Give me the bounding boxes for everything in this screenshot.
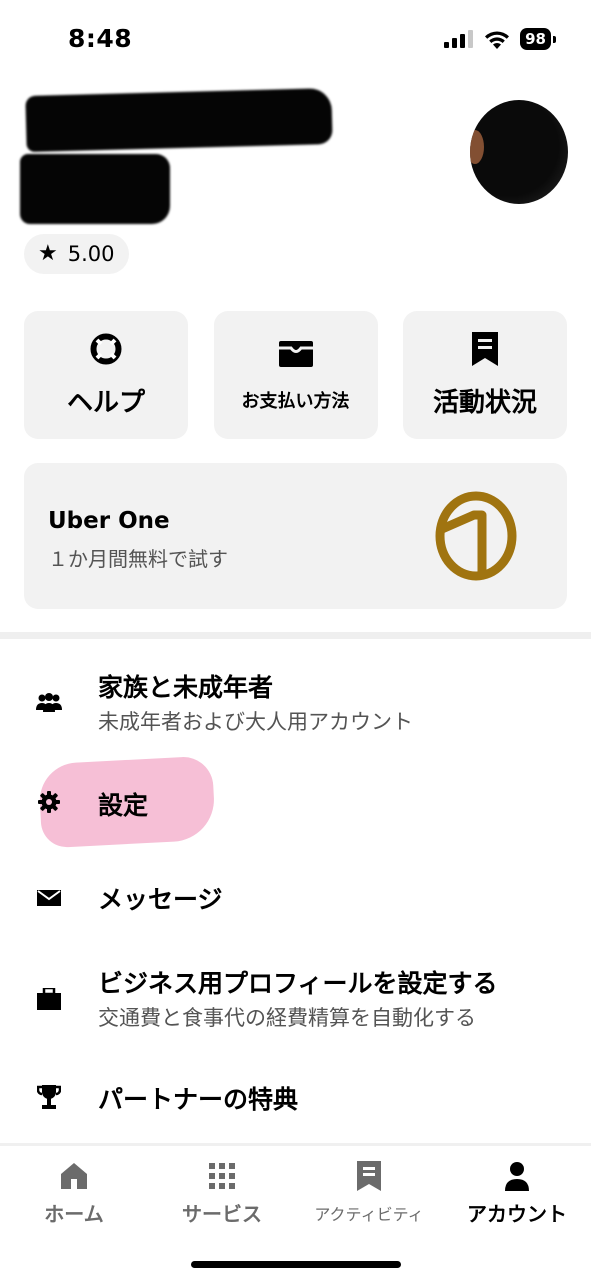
- envelope-icon: [36, 885, 62, 911]
- rating-badge: ★ 5.00: [24, 234, 129, 274]
- tab-home-label: ホーム: [44, 1202, 104, 1226]
- family-icon: [36, 690, 62, 716]
- menu-item-partner[interactable]: パートナーの特典: [0, 1068, 591, 1128]
- tab-account-label: アカウント: [467, 1202, 567, 1226]
- gear-icon: [36, 789, 62, 815]
- tab-account[interactable]: アカウント: [443, 1160, 591, 1227]
- menu-messages-title: メッセージ: [98, 885, 223, 914]
- signal-icon: [444, 30, 474, 48]
- star-icon: ★: [38, 241, 58, 266]
- menu-item-business[interactable]: ビジネス用プロフィールを設定する 交通費と食事代の経費精算を自動化する: [0, 954, 591, 1038]
- rating-value: 5.00: [67, 242, 115, 266]
- tab-services-label: サービス: [182, 1202, 262, 1226]
- battery-indicator: 98: [520, 28, 556, 50]
- status-icons: 98: [444, 28, 556, 50]
- wallet-icon: [278, 337, 313, 371]
- payment-label: お支払い方法: [241, 391, 350, 412]
- redacted-name-line-2: [20, 154, 170, 224]
- quick-actions: ヘルプ お支払い方法 活動状況: [24, 311, 567, 439]
- tab-home[interactable]: ホーム: [0, 1160, 148, 1227]
- activity-label: 活動状況: [432, 387, 537, 418]
- menu-family-subtitle: 未成年者および大人用アカウント: [98, 710, 413, 734]
- menu-settings-title: 設定: [98, 791, 149, 820]
- uber-one-card[interactable]: Uber One １か月間無料で試す: [24, 463, 567, 609]
- payment-tile[interactable]: お支払い方法: [213, 311, 378, 439]
- menu-business-subtitle: 交通費と食事代の経費精算を自動化する: [98, 1006, 476, 1030]
- status-bar: 8:48 98: [0, 0, 591, 80]
- menu-business-title: ビジネス用プロフィールを設定する: [98, 969, 498, 998]
- wifi-icon: [485, 30, 510, 49]
- grid-icon: [209, 1160, 235, 1192]
- help-label: ヘルプ: [66, 387, 145, 418]
- tab-services[interactable]: サービス: [148, 1160, 296, 1227]
- receipt-icon: [472, 331, 498, 366]
- activity-tile[interactable]: 活動状況: [403, 311, 567, 439]
- person-icon: [504, 1160, 530, 1192]
- trophy-icon: [36, 1084, 62, 1110]
- avatar[interactable]: [470, 100, 568, 204]
- section-divider: [0, 632, 591, 639]
- uber-one-logo-icon: [435, 491, 517, 581]
- home-indicator: [191, 1261, 401, 1268]
- status-time: 8:48: [68, 24, 133, 53]
- tab-bar-divider: [0, 1143, 591, 1146]
- promo-title: Uber One: [48, 508, 170, 534]
- menu-item-family[interactable]: 家族と未成年者 未成年者および大人用アカウント: [0, 660, 591, 740]
- lifebuoy-icon: [89, 332, 123, 366]
- briefcase-icon: [36, 986, 62, 1012]
- redacted-name-line-1: [25, 88, 333, 152]
- menu-partner-title: パートナーの特典: [98, 1085, 299, 1114]
- tab-activity-label: アクティビティ: [314, 1205, 424, 1224]
- menu-family-title: 家族と未成年者: [98, 673, 274, 702]
- help-tile[interactable]: ヘルプ: [24, 311, 188, 439]
- tab-activity[interactable]: アクティビティ: [295, 1160, 443, 1225]
- menu-item-settings[interactable]: 設定: [0, 772, 591, 832]
- home-icon: [60, 1160, 88, 1192]
- promo-subtitle: １か月間無料で試す: [48, 547, 228, 571]
- menu-item-messages[interactable]: メッセージ: [0, 868, 591, 928]
- receipt-icon: [357, 1160, 381, 1192]
